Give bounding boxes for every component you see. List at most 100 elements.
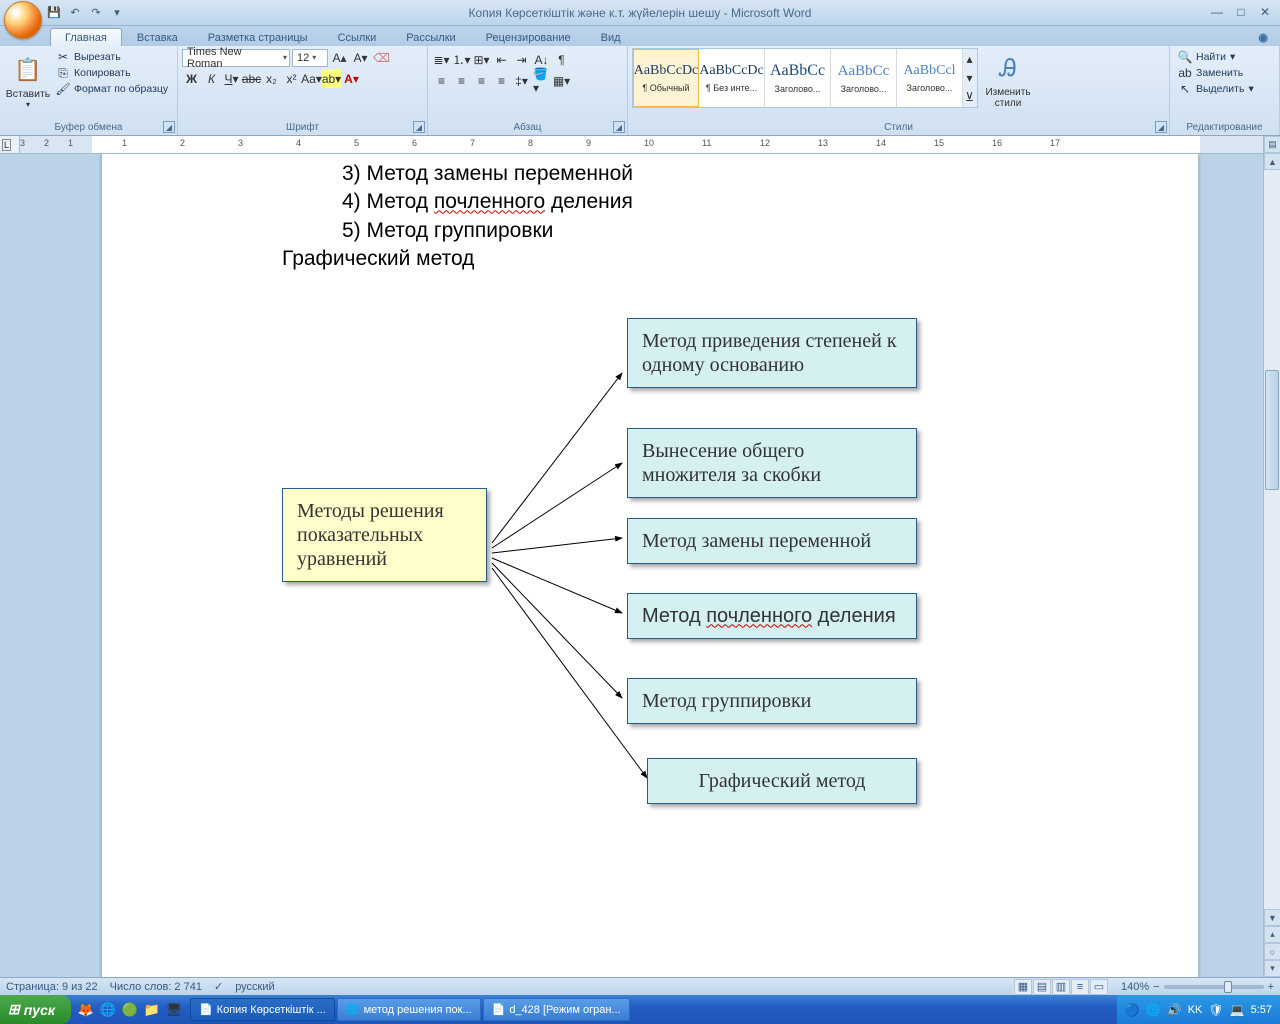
minimize-button[interactable]: — [1206, 4, 1228, 20]
justify-button[interactable]: ≡ [492, 71, 511, 90]
horizontal-ruler[interactable]: 3211234567891011121314151617 [20, 136, 1280, 154]
close-button[interactable]: ✕ [1254, 4, 1276, 20]
ql-icon[interactable]: 📁 [143, 1001, 161, 1019]
style-normal[interactable]: AaBbCcDc¶ Обычный [633, 49, 699, 107]
tab-mailings[interactable]: Рассылки [391, 28, 470, 46]
status-language[interactable]: русский [235, 981, 274, 993]
taskbar-item[interactable]: 🌐метод решения пок... [337, 998, 481, 1021]
multilevel-button[interactable]: ⊞▾ [472, 50, 491, 69]
view-print-button[interactable]: ▦ [1014, 979, 1032, 995]
tab-home[interactable]: Главная [50, 28, 122, 46]
bullets-button[interactable]: ≣▾ [432, 50, 451, 69]
view-outline-button[interactable]: ≡ [1071, 979, 1089, 995]
maximize-button[interactable]: □ [1230, 4, 1252, 20]
tray-clock[interactable]: 5:57 [1251, 1004, 1272, 1016]
align-center-button[interactable]: ≡ [452, 71, 471, 90]
clipboard-launcher-icon[interactable]: ◢ [163, 121, 175, 133]
ruler-toggle-button[interactable]: ▤ [1264, 136, 1280, 153]
cut-button[interactable]: ✂Вырезать [56, 50, 168, 64]
status-proofing-icon[interactable]: ✓ [214, 980, 223, 993]
page-canvas[interactable]: 3) Метод замены переменной 4) Метод почл… [20, 154, 1280, 977]
style-heading2[interactable]: AaBbCcЗаголово... [831, 49, 897, 107]
style-nospacing[interactable]: AaBbCcDc¶ Без инте... [699, 49, 765, 107]
ql-icon[interactable]: 🦊 [77, 1001, 95, 1019]
grow-font-button[interactable]: A▴ [330, 48, 349, 67]
scroll-down-button[interactable]: ▼ [1264, 909, 1280, 926]
tray-language[interactable]: KK [1188, 1004, 1203, 1016]
zoom-out-button[interactable]: − [1153, 981, 1159, 993]
diagram-method-box[interactable]: Метод приведения степеней к одному основ… [627, 318, 917, 388]
find-button[interactable]: 🔍Найти ▾ [1178, 50, 1254, 64]
status-page[interactable]: Страница: 9 из 22 [6, 981, 98, 993]
tray-icon[interactable]: 🛡 [1208, 1003, 1223, 1017]
paste-button[interactable]: 📋 Вставить ▾ [4, 48, 52, 114]
diagram-method-box[interactable]: Графический метод [647, 758, 917, 804]
next-page-button[interactable]: ▾ [1264, 960, 1280, 977]
view-read-button[interactable]: ▤ [1033, 979, 1051, 995]
borders-button[interactable]: ▦▾ [552, 71, 571, 90]
font-launcher-icon[interactable]: ◢ [413, 121, 425, 133]
ruler-corner[interactable]: L [0, 136, 20, 154]
scroll-thumb[interactable] [1265, 370, 1279, 490]
shading-button[interactable]: 🪣▾ [532, 71, 551, 90]
decrease-indent-button[interactable]: ⇤ [492, 50, 511, 69]
tray-icon[interactable]: 🌐 [1146, 1003, 1161, 1017]
replace-button[interactable]: abЗаменить [1178, 66, 1254, 80]
tab-insert[interactable]: Вставка [122, 28, 193, 46]
view-draft-button[interactable]: ▭ [1090, 979, 1108, 995]
style-scroll-up[interactable]: ▴ [963, 49, 976, 68]
tray-icon[interactable]: 🔊 [1167, 1003, 1182, 1017]
tab-layout[interactable]: Разметка страницы [193, 28, 323, 46]
vertical-scrollbar[interactable]: ▤ ▲ ▼ ▴ ○ ▾ [1263, 136, 1280, 977]
qat-customize-icon[interactable]: ▾ [109, 5, 125, 21]
font-name-combo[interactable]: Times New Roman▾ [182, 49, 290, 67]
help-icon[interactable]: ◉ [1254, 29, 1272, 46]
style-scroll-down[interactable]: ▾ [963, 68, 976, 87]
diagram-method-box[interactable]: Вынесение общего множителя за скобки [627, 428, 917, 498]
ql-icon[interactable]: 🌐 [99, 1001, 117, 1019]
tab-references[interactable]: Ссылки [323, 28, 392, 46]
browse-object-button[interactable]: ○ [1264, 943, 1280, 960]
diagram-main-box[interactable]: Методы решения показательных уравнений [282, 488, 487, 582]
tab-view[interactable]: Вид [586, 28, 636, 46]
change-styles-button[interactable]: Ꭿ Изменить стили [978, 48, 1038, 114]
ql-icon[interactable]: 🟢 [121, 1001, 139, 1019]
superscript-button[interactable]: x² [282, 69, 301, 88]
strike-button[interactable]: abc [242, 69, 261, 88]
qat-redo-icon[interactable]: ↷ [88, 5, 104, 21]
qat-save-icon[interactable]: 💾 [46, 5, 62, 21]
select-button[interactable]: ↖Выделить ▾ [1178, 82, 1254, 96]
copy-button[interactable]: ⎘Копировать [56, 66, 168, 80]
zoom-value[interactable]: 140% [1121, 981, 1149, 993]
subscript-button[interactable]: x₂ [262, 69, 281, 88]
change-case-button[interactable]: Aa▾ [302, 69, 321, 88]
numbering-button[interactable]: ⒈▾ [452, 50, 471, 69]
zoom-knob[interactable] [1224, 981, 1232, 993]
style-heading3[interactable]: AaBbCclЗаголово... [897, 49, 963, 107]
diagram-method-box[interactable]: Метод почленного деления [627, 593, 917, 639]
prev-page-button[interactable]: ▴ [1264, 926, 1280, 943]
underline-button[interactable]: Ч▾ [222, 69, 241, 88]
format-painter-button[interactable]: 🖌Формат по образцу [56, 82, 168, 96]
increase-indent-button[interactable]: ⇥ [512, 50, 531, 69]
document-page[interactable]: 3) Метод замены переменной 4) Метод почл… [102, 154, 1198, 977]
office-button[interactable] [4, 1, 42, 39]
scroll-up-button[interactable]: ▲ [1264, 153, 1280, 170]
tray-icon[interactable]: 🔵 [1125, 1003, 1140, 1017]
style-heading1[interactable]: AaBbCcЗаголово... [765, 49, 831, 107]
bold-button[interactable]: Ж [182, 69, 201, 88]
show-marks-button[interactable]: ¶ [552, 50, 571, 69]
highlight-button[interactable]: ab▾ [322, 69, 341, 88]
qat-undo-icon[interactable]: ↶ [67, 5, 83, 21]
taskbar-item[interactable]: 📄d_428 [Режим огран... [483, 998, 630, 1021]
diagram-method-box[interactable]: Метод группировки [627, 678, 917, 724]
status-words[interactable]: Число слов: 2 741 [110, 981, 202, 993]
para-launcher-icon[interactable]: ◢ [613, 121, 625, 133]
align-left-button[interactable]: ≡ [432, 71, 451, 90]
diagram-method-box[interactable]: Метод замены переменной [627, 518, 917, 564]
align-right-button[interactable]: ≡ [472, 71, 491, 90]
zoom-slider[interactable] [1164, 985, 1264, 989]
line-spacing-button[interactable]: ‡▾ [512, 71, 531, 90]
font-color-button[interactable]: A▾ [342, 69, 361, 88]
style-gallery[interactable]: AaBbCcDc¶ Обычный AaBbCcDc¶ Без инте... … [632, 48, 978, 108]
